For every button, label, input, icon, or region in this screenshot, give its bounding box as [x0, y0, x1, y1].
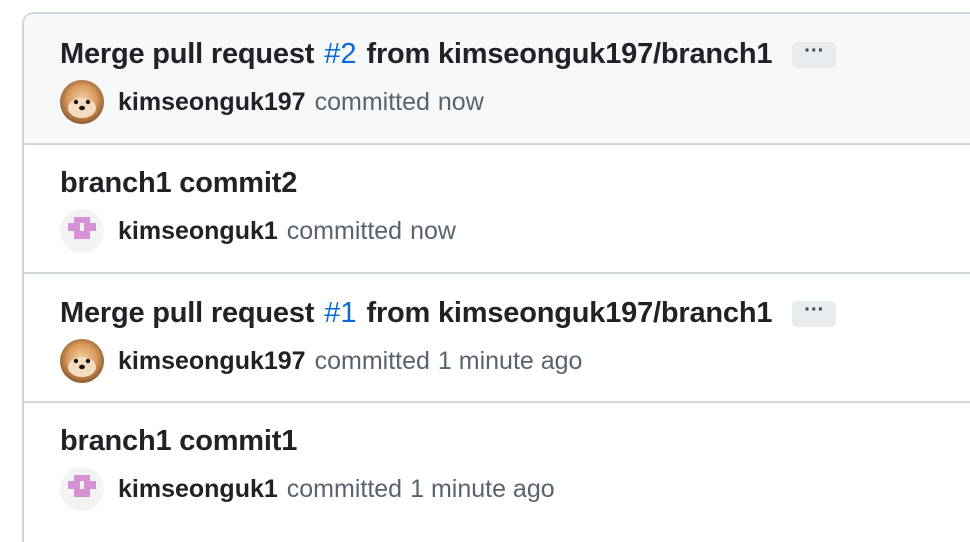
commit-title-suffix[interactable]: from kimseonguk197/branch1: [367, 38, 773, 71]
commit-verb: committed: [286, 474, 403, 503]
commit-verb: committed: [314, 87, 430, 116]
commit-title-line: branch1 commit1: [60, 425, 297, 458]
pull-request-link[interactable]: #2: [324, 38, 356, 71]
commit-time[interactable]: now: [410, 217, 456, 246]
pull-request-link[interactable]: #1: [324, 297, 356, 330]
commit-author-link[interactable]: kimseonguk197: [118, 347, 306, 376]
commit-meta: kimseonguk1 committed now: [60, 209, 456, 253]
identicon-avatar-icon[interactable]: [60, 467, 104, 511]
commit-row: branch1 commit1 kimseonguk1 committed 1 …: [24, 403, 970, 542]
expand-commit-message-button[interactable]: ···: [792, 41, 837, 68]
commit-title[interactable]: branch1 commit2: [60, 167, 297, 200]
commit-title-line: Merge pull request #1 from kimseonguk197…: [60, 297, 837, 330]
commit-title-suffix[interactable]: from kimseonguk197/branch1: [367, 297, 773, 330]
commit-meta: kimseonguk197 committed now: [60, 80, 484, 124]
dog-photo-avatar-icon[interactable]: [60, 80, 104, 124]
commit-time[interactable]: now: [438, 88, 484, 117]
commit-time[interactable]: 1 minute ago: [438, 347, 583, 376]
commit-author-link[interactable]: kimseonguk1: [118, 217, 278, 246]
commit-row: branch1 commit2 kimseonguk1 committed no…: [24, 145, 970, 274]
commit-meta: kimseonguk197 committed 1 minute ago: [60, 339, 582, 383]
commit-verb: committed: [314, 346, 430, 375]
commit-title-prefix[interactable]: Merge pull request: [60, 38, 314, 71]
commit-time[interactable]: 1 minute ago: [410, 475, 555, 504]
identicon-avatar-icon[interactable]: [60, 209, 104, 253]
commit-row: Merge pull request #2 from kimseonguk197…: [24, 14, 970, 145]
expand-commit-message-button[interactable]: ···: [792, 300, 837, 327]
commit-author-link[interactable]: kimseonguk1: [118, 475, 278, 504]
commit-row: Merge pull request #1 from kimseonguk197…: [24, 274, 970, 403]
commit-title-prefix[interactable]: Merge pull request: [60, 297, 314, 330]
commit-title-line: branch1 commit2: [60, 167, 297, 200]
commit-title-line: Merge pull request #2 from kimseonguk197…: [60, 38, 837, 71]
commit-verb: committed: [286, 216, 403, 245]
commit-list: Merge pull request #2 from kimseonguk197…: [22, 12, 970, 542]
commit-author-link[interactable]: kimseonguk197: [118, 88, 306, 117]
commit-title[interactable]: branch1 commit1: [60, 425, 297, 458]
commit-meta: kimseonguk1 committed 1 minute ago: [60, 467, 555, 511]
dog-photo-avatar-icon[interactable]: [60, 339, 104, 383]
